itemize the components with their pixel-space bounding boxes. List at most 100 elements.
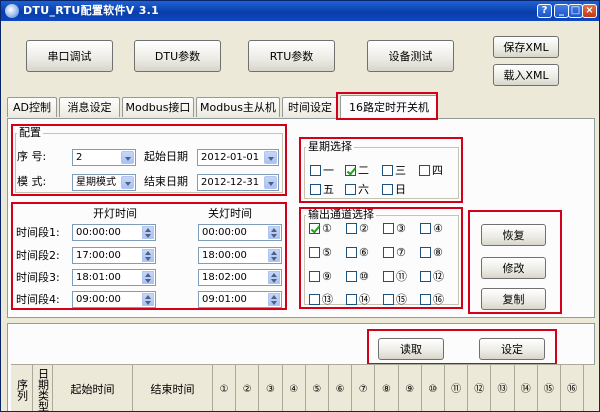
- weekday-sun-checkbox[interactable]: 日: [382, 183, 406, 196]
- channel-6-checkbox[interactable]: ⑥: [346, 246, 369, 259]
- weekday-mon-checkbox[interactable]: 一: [310, 164, 334, 177]
- close-icon[interactable]: ×: [582, 4, 597, 18]
- segment-2-on-time[interactable]: 17:00:00: [72, 247, 156, 264]
- tab-time-settings[interactable]: 时间设定: [282, 97, 338, 117]
- tab-modbus-master-slave[interactable]: Modbus主从机: [196, 97, 280, 117]
- copy-button[interactable]: 复制: [481, 288, 546, 310]
- chevron-down-icon[interactable]: [121, 176, 134, 189]
- spin-icon[interactable]: [142, 226, 154, 239]
- dtu-params-button[interactable]: DTU参数: [134, 40, 221, 72]
- header-channel-6[interactable]: ⑥: [329, 365, 353, 411]
- header-start-time[interactable]: 起始时间: [53, 365, 133, 411]
- checkbox-icon[interactable]: [346, 294, 357, 305]
- save-xml-button[interactable]: 保存XML: [493, 36, 559, 58]
- checkbox-icon[interactable]: [420, 294, 431, 305]
- header-channel-8[interactable]: ⑧: [375, 365, 399, 411]
- channel-16-checkbox[interactable]: ⑯: [420, 293, 444, 306]
- end-date-picker[interactable]: 2012-12-31: [197, 174, 279, 191]
- header-channel-3[interactable]: ③: [259, 365, 283, 411]
- checkbox-icon[interactable]: [382, 184, 393, 195]
- weekday-sat-checkbox[interactable]: 六: [345, 183, 369, 196]
- chevron-down-icon[interactable]: [264, 176, 277, 189]
- channel-7-checkbox[interactable]: ⑦: [383, 246, 406, 259]
- channel-2-checkbox[interactable]: ②: [346, 222, 369, 235]
- checkbox-icon[interactable]: [309, 247, 320, 258]
- header-channel-9[interactable]: ⑨: [399, 365, 422, 411]
- header-channel-7[interactable]: ⑦: [352, 365, 376, 411]
- spin-icon[interactable]: [142, 271, 154, 284]
- header-channel-13[interactable]: ⑬: [491, 365, 515, 411]
- spin-icon[interactable]: [142, 293, 154, 306]
- header-channel-10[interactable]: ⑩: [422, 365, 445, 411]
- checkbox-icon[interactable]: [383, 271, 394, 282]
- spin-icon[interactable]: [142, 249, 154, 262]
- channel-9-checkbox[interactable]: ⑨: [309, 270, 332, 283]
- header-seq[interactable]: 序列: [11, 365, 33, 411]
- rtu-params-button[interactable]: RTU参数: [248, 40, 335, 72]
- header-channel-16[interactable]: ⑯: [561, 365, 585, 411]
- segment-4-on-time[interactable]: 09:00:00: [72, 291, 156, 308]
- channel-4-checkbox[interactable]: ④: [420, 222, 443, 235]
- set-button[interactable]: 设定: [479, 338, 545, 360]
- channel-11-checkbox[interactable]: ⑪: [383, 270, 407, 283]
- channel-14-checkbox[interactable]: ⑭: [346, 293, 370, 306]
- checkbox-icon[interactable]: [346, 271, 357, 282]
- spin-icon[interactable]: [268, 226, 280, 239]
- segment-3-on-time[interactable]: 18:01:00: [72, 269, 156, 286]
- checkbox-icon[interactable]: [345, 184, 356, 195]
- checkmark-icon[interactable]: [309, 223, 320, 234]
- checkbox-icon[interactable]: [346, 223, 357, 234]
- header-channel-5[interactable]: ⑤: [306, 365, 329, 411]
- spin-icon[interactable]: [268, 249, 280, 262]
- weekday-wed-checkbox[interactable]: 三: [382, 164, 406, 177]
- segment-1-on-time[interactable]: 00:00:00: [72, 224, 156, 241]
- checkbox-icon[interactable]: [310, 184, 321, 195]
- segment-3-off-time[interactable]: 18:02:00: [198, 269, 282, 286]
- minimize-icon[interactable]: _: [554, 4, 569, 18]
- checkbox-icon[interactable]: [420, 247, 431, 258]
- segment-1-off-time[interactable]: 00:00:00: [198, 224, 282, 241]
- tab-modbus-interface[interactable]: Modbus接口: [122, 97, 194, 117]
- modify-button[interactable]: 修改: [481, 257, 546, 279]
- weekday-tue-checkbox[interactable]: 二: [345, 164, 369, 177]
- read-button[interactable]: 读取: [378, 338, 444, 360]
- channel-12-checkbox[interactable]: ⑫: [420, 270, 444, 283]
- spin-icon[interactable]: [268, 293, 280, 306]
- checkbox-icon[interactable]: [420, 271, 431, 282]
- checkbox-icon[interactable]: [382, 165, 393, 176]
- channel-5-checkbox[interactable]: ⑤: [309, 246, 332, 259]
- weekday-fri-checkbox[interactable]: 五: [310, 183, 334, 196]
- checkbox-icon[interactable]: [309, 294, 320, 305]
- checkbox-icon[interactable]: [310, 165, 321, 176]
- segment-4-off-time[interactable]: 09:01:00: [198, 291, 282, 308]
- checkbox-icon[interactable]: [383, 223, 394, 234]
- start-date-picker[interactable]: 2012-01-01: [197, 149, 279, 166]
- checkbox-icon[interactable]: [309, 271, 320, 282]
- channel-1-checkbox[interactable]: ①: [309, 222, 332, 235]
- device-test-button[interactable]: 设备测试: [367, 40, 454, 72]
- spin-icon[interactable]: [268, 271, 280, 284]
- checkbox-icon[interactable]: [383, 294, 394, 305]
- help-icon[interactable]: ?: [537, 4, 552, 18]
- header-channel-4[interactable]: ④: [283, 365, 306, 411]
- load-xml-button[interactable]: 载入XML: [493, 64, 559, 86]
- header-date-type[interactable]: 日期类型: [33, 365, 53, 411]
- checkbox-icon[interactable]: [346, 247, 357, 258]
- chevron-down-icon[interactable]: [264, 151, 277, 164]
- header-channel-2[interactable]: ②: [236, 365, 260, 411]
- header-end-time[interactable]: 结束时间: [133, 365, 213, 411]
- channel-3-checkbox[interactable]: ③: [383, 222, 406, 235]
- tab-message-settings[interactable]: 消息设定: [59, 97, 120, 117]
- channel-8-checkbox[interactable]: ⑧: [420, 246, 443, 259]
- header-channel-14[interactable]: ⑭: [515, 365, 538, 411]
- channel-15-checkbox[interactable]: ⑮: [383, 293, 407, 306]
- chevron-down-icon[interactable]: [121, 151, 134, 164]
- maximize-icon[interactable]: □: [568, 4, 583, 18]
- checkbox-icon[interactable]: [420, 223, 431, 234]
- checkbox-icon[interactable]: [383, 247, 394, 258]
- channel-13-checkbox[interactable]: ⑬: [309, 293, 333, 306]
- checkmark-icon[interactable]: [345, 165, 356, 176]
- checkbox-icon[interactable]: [419, 165, 430, 176]
- header-channel-12[interactable]: ⑫: [468, 365, 492, 411]
- segment-2-off-time[interactable]: 18:00:00: [198, 247, 282, 264]
